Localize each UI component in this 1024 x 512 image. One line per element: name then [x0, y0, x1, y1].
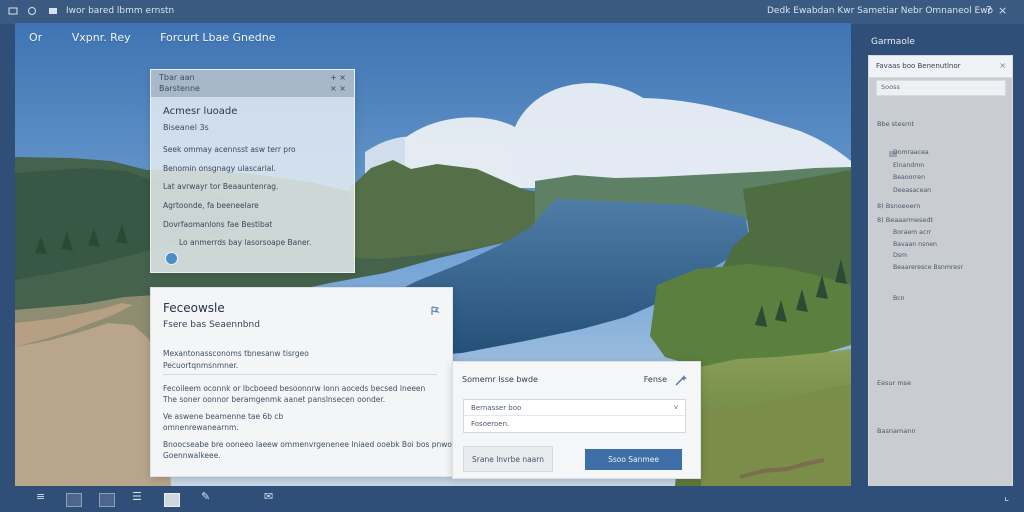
side-dialog-field-value-2: Fosoeroen.: [471, 420, 510, 428]
side-dialog-title: Somemr lsse bwde: [462, 375, 538, 384]
info-panel-title: Acmesr luoade: [163, 106, 238, 117]
taskbar: [0, 486, 1024, 512]
sidebar-item-2[interactable]: Domraacea: [893, 149, 929, 156]
search-input[interactable]: Sooss: [876, 80, 1006, 96]
window-title-left: Iwor bared lbmm ernstn: [66, 6, 175, 16]
sidebar: Favaas boo Benenutlnor × Sooss Bbe stesr…: [868, 55, 1013, 488]
app-title-part-2: Vxpnr. Rey: [71, 31, 131, 44]
sidebar-item-14[interactable]: Basnamann: [877, 427, 916, 435]
info-panel-header-label-2: Barstenne: [159, 84, 200, 93]
info-panel-line-4: Agrtoonde, fa beeneelare: [163, 201, 259, 210]
info-panel: Tbar aan Barstenne + × × × Acmesr luoade…: [150, 69, 355, 273]
side-dialog: Somemr lsse bwde Fense Bernasser boo v F…: [452, 361, 701, 479]
main-dialog-subtitle: Fsere bas Seaennbnd: [163, 320, 260, 330]
info-panel-line-6: Lo anmerrds bay lasorsoape Baner.: [179, 238, 312, 247]
info-panel-header: Tbar aan Barstenne + × × ×: [151, 70, 354, 97]
app-title-part-3: Forcurt Lbae Gnedne: [160, 31, 276, 44]
main-dialog-text-7: Bnoocseabe bre ooneeo laeew ommenvrgenen…: [163, 440, 474, 449]
list-icon[interactable]: ☰: [132, 490, 142, 503]
menu-icon[interactable]: ≡: [36, 490, 45, 503]
help-button[interactable]: ?: [986, 4, 992, 17]
main-dialog-text-4: The soner oonnor beramgenmk aanet pansln…: [163, 395, 386, 404]
corner-icon[interactable]: ⌞: [1004, 490, 1009, 503]
main-dialog-text-8: Goennwalkeee.: [163, 451, 221, 460]
window-title-right: Dedk Ewabdan Kwr Sametiar Nebr Omnaneol …: [767, 6, 994, 16]
sidebar-item-8[interactable]: Boraem acrr: [893, 229, 931, 236]
sidebar-item-4[interactable]: Beaoorren: [893, 174, 925, 181]
sidebar-item-11[interactable]: Beaareresce Bsnmresr: [893, 264, 963, 271]
sidebar-title: Garmaole: [871, 37, 915, 47]
sidebar-item-13[interactable]: Eesur mse: [877, 379, 911, 387]
main-dialog-text-1: Mexantonassconoms tbnesanw tisrgeo: [163, 349, 309, 358]
sidebar-item-5[interactable]: Deeasacean: [893, 187, 931, 194]
sidebar-item-10[interactable]: Dsm: [893, 252, 907, 259]
window-icon[interactable]: [66, 493, 82, 507]
info-panel-line-5: Dovrfaomanlons fae Bestibat: [163, 220, 273, 229]
sidebar-item-6[interactable]: 8) Bsnoeoern: [877, 202, 920, 210]
sidebar-item-3[interactable]: Elnandmn: [893, 162, 924, 169]
close-icon[interactable]: ×: [999, 61, 1006, 70]
mail-icon[interactable]: ✉: [264, 490, 273, 503]
gallery-icon[interactable]: [99, 493, 115, 507]
landscape-icon[interactable]: [164, 493, 180, 507]
info-panel-line-2: Benomin onsgnagy ulascarial.: [163, 164, 276, 173]
sidebar-item-12[interactable]: Bcn: [893, 295, 905, 302]
sidebar-item-9[interactable]: Bavaan nsnen: [893, 241, 937, 248]
info-panel-subtitle: Biseanel 3s: [163, 123, 209, 132]
top-bar: Iwor bared lbmm ernstn Dedk Ewabdan Kwr …: [0, 0, 1024, 24]
main-dialog-divider: [163, 374, 437, 375]
pen-icon[interactable]: ✎: [201, 490, 210, 503]
search-input-text: Sooss: [881, 83, 900, 91]
dialog-flag-icon[interactable]: [430, 301, 440, 315]
main-dialog-text-3: Fecoileem oconnk or lbcboeed besoonnrw l…: [163, 384, 426, 393]
magic-wand-icon[interactable]: [674, 372, 688, 386]
main-dialog-text-5: Ve aswene beamenne tae 6b cb: [163, 412, 284, 421]
side-dialog-field-divider: [464, 415, 685, 416]
sidebar-item-1[interactable]: Bbe stesrnt: [877, 120, 914, 128]
info-panel-line-1: Seek ommay acennsst asw terr pro: [163, 145, 296, 154]
main-dialog: Feceowsle Fsere bas Seaennbnd Mexantonas…: [150, 287, 473, 477]
app-title: Or Vxpnr. Rey Forcurt Lbae Gnedne: [29, 31, 302, 44]
sidebar-header: Favaas boo Benenutlnor ×: [869, 56, 1012, 78]
sidebar-header-text: Favaas boo Benenutlnor: [876, 62, 961, 70]
sidebar-item-7[interactable]: 8) Beaaarmesedt: [877, 216, 933, 224]
chevron-down-icon[interactable]: v: [674, 403, 678, 411]
info-panel-header-label-1: Tbar aan: [159, 73, 195, 82]
window-view-icon[interactable]: [48, 6, 58, 16]
info-status-icon: [165, 252, 178, 265]
side-dialog-field[interactable]: Bernasser boo v Fosoeroen.: [463, 399, 686, 433]
window-menu-icon[interactable]: [8, 6, 18, 16]
primary-button[interactable]: Ssoo Sanmee: [585, 449, 682, 470]
side-dialog-field-value-1: Bernasser boo: [471, 404, 522, 412]
info-panel-header-actions-1[interactable]: + ×: [330, 73, 346, 82]
window-status-icon[interactable]: [27, 6, 37, 16]
info-panel-line-3: Lat avrwayr tor Beaauntenrag.: [163, 182, 279, 191]
close-button[interactable]: ×: [998, 4, 1007, 17]
app-title-part-1: Or: [29, 31, 43, 44]
secondary-button[interactable]: Srane lnvrbe naarn: [463, 446, 553, 472]
info-panel-header-actions-2[interactable]: × ×: [330, 84, 346, 93]
side-dialog-right-label: Fense: [643, 375, 667, 384]
main-dialog-text-2: Pecuortqnmsnmner.: [163, 361, 239, 370]
main-dialog-text-6: omnenrewanearnm.: [163, 423, 239, 432]
main-dialog-title: Feceowsle: [163, 301, 225, 315]
